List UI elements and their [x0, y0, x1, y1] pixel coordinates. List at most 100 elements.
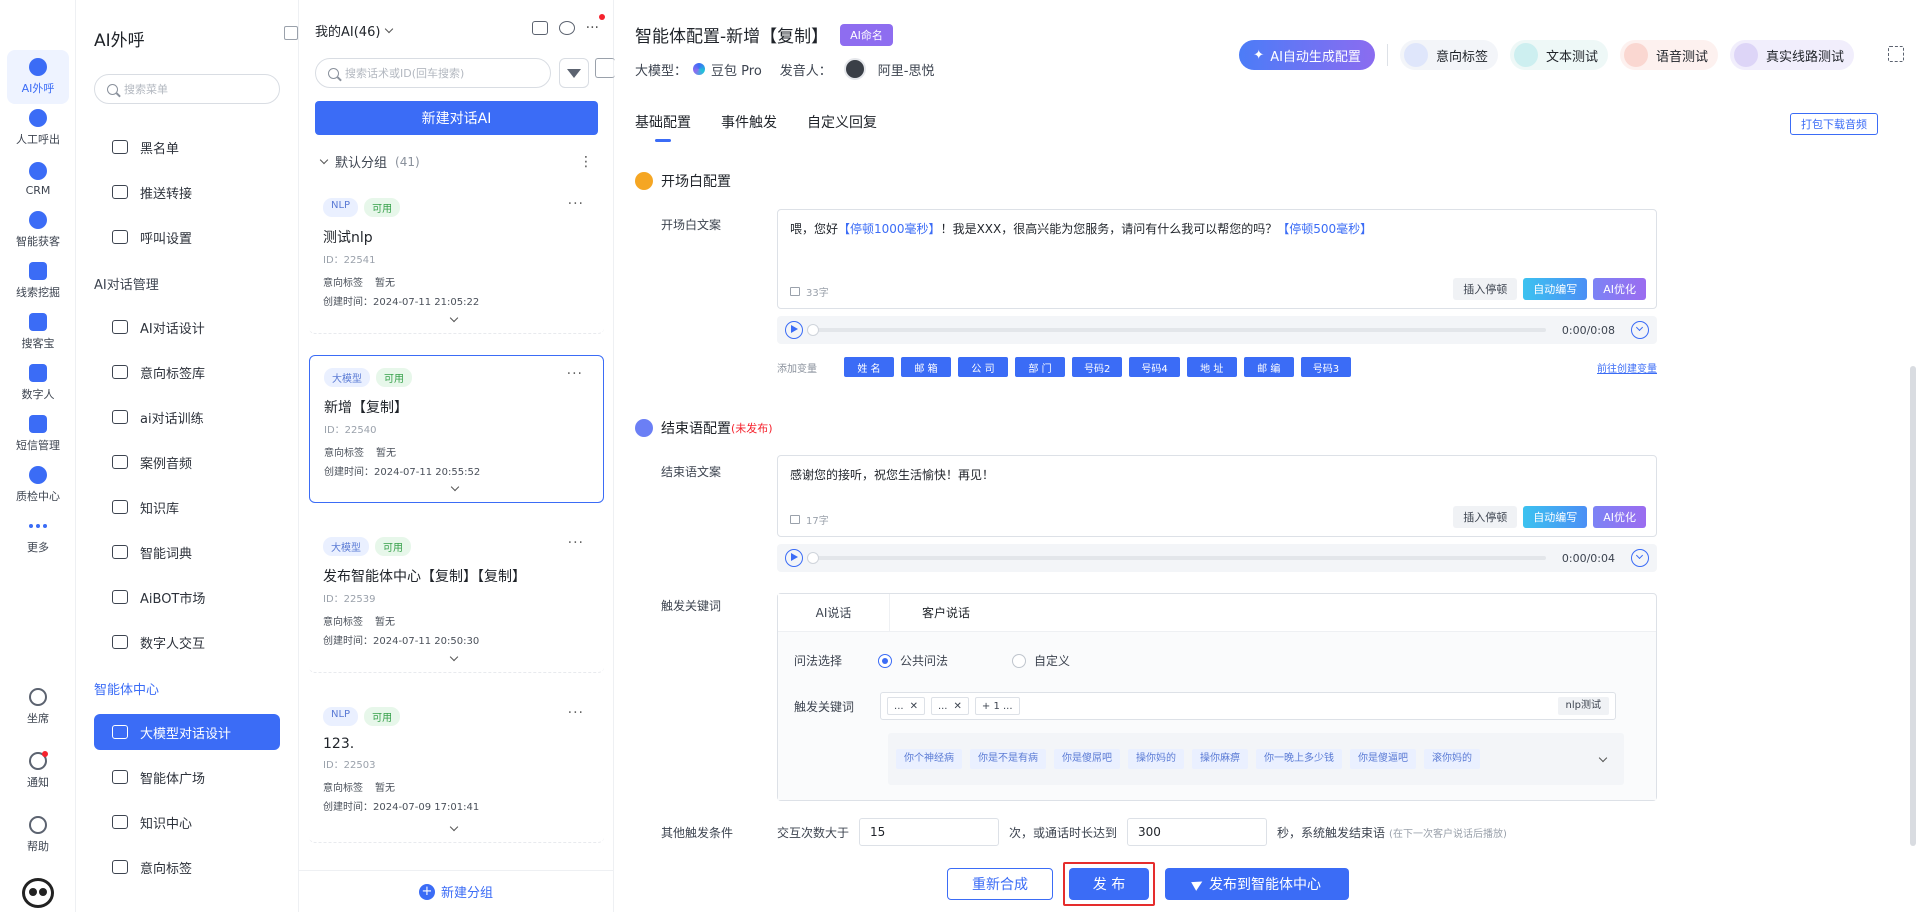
ai-auto-generate-button[interactable]: ✦ AI自动生成配置: [1239, 40, 1375, 70]
ai-card[interactable]: NLP 可用 ··· 123. ID：22503 意向标签 暂无 创建时间：202…: [309, 695, 604, 843]
auto-write-button[interactable]: 自动编写: [1523, 278, 1588, 300]
keyword-chip[interactable]: ... ✕: [887, 697, 925, 715]
rail-item-help[interactable]: 帮助: [7, 808, 69, 862]
auto-write-button[interactable]: 自动编写: [1523, 506, 1588, 528]
var-department-button[interactable]: 部 门: [1015, 357, 1065, 377]
progress-knob[interactable]: [807, 552, 819, 564]
group-header[interactable]: 默认分组 (41) ⋮: [319, 152, 593, 171]
rail-item-leads[interactable]: 线索挖掘: [7, 254, 69, 308]
tab-event-trigger[interactable]: 事件触发: [721, 112, 777, 142]
publish-to-center-button[interactable]: 发布到智能体中心: [1165, 868, 1349, 900]
menu-item-ai-dialog-design[interactable]: AI对话设计: [94, 309, 280, 345]
var-address-button[interactable]: 地 址: [1186, 357, 1237, 377]
play-icon[interactable]: [785, 549, 803, 567]
keyword-multiselect[interactable]: ... ✕ ... ✕ + 1 ... nlp测试: [880, 692, 1617, 720]
menu-item-smart-dictionary[interactable]: 智能词典: [94, 534, 280, 570]
expand-chevron-icon[interactable]: [449, 313, 459, 323]
var-number4-button[interactable]: 号码4: [1129, 357, 1180, 377]
intent-tag-button[interactable]: 意向标签: [1399, 40, 1498, 70]
rail-item-ai-outbound[interactable]: AI外呼: [7, 50, 69, 104]
rail-item-notify[interactable]: 通知: [7, 744, 69, 798]
panel-toggle-icon[interactable]: [595, 58, 615, 78]
main-scrollbar[interactable]: [1910, 366, 1916, 846]
resynthesize-button[interactable]: 重新合成: [947, 868, 1053, 900]
filter-button[interactable]: [559, 58, 589, 88]
menu-search-input[interactable]: [124, 82, 264, 96]
tab-ai-speaking[interactable]: AI说话: [778, 594, 890, 631]
ai-name-button[interactable]: AI命名: [840, 23, 893, 46]
rail-item-manual-call[interactable]: 人工呼出: [7, 101, 69, 155]
menu-item-case-audio[interactable]: 案例音频: [94, 444, 280, 480]
radio-public-label[interactable]: 公共问法: [900, 652, 948, 669]
play-icon[interactable]: [785, 321, 803, 339]
card-more-icon[interactable]: ···: [567, 366, 583, 382]
group-more-icon[interactable]: ⋮: [579, 154, 593, 170]
var-postcode-button[interactable]: 邮 编: [1243, 357, 1294, 377]
more-horizontal-icon[interactable]: ···: [586, 14, 605, 36]
var-number3-button[interactable]: 号码3: [1300, 357, 1352, 377]
ai-card-selected[interactable]: 大模型 可用 ··· 新增【复制】 ID：22540 意向标签 暂无 创建时间：2…: [309, 355, 604, 503]
radio-custom-label[interactable]: 自定义: [1034, 652, 1070, 669]
menu-item-intent-library[interactable]: 意向标签库: [94, 354, 280, 390]
sort-icon[interactable]: [531, 21, 548, 35]
download-audio-button[interactable]: 打包下载音频: [1790, 113, 1878, 135]
download-icon[interactable]: [1631, 321, 1649, 339]
expand-keywords-icon[interactable]: [1598, 753, 1608, 762]
menu-item-aibot-market[interactable]: AiBOT市场: [94, 579, 280, 615]
text-test-button[interactable]: 文本测试: [1509, 40, 1608, 70]
tab-customer-speaking[interactable]: 客户说话: [890, 594, 1002, 631]
rail-item-acquisition[interactable]: 智能获客: [7, 203, 69, 257]
user-avatar[interactable]: [22, 878, 54, 908]
var-number2-button[interactable]: 号码2: [1072, 357, 1123, 377]
var-name-button[interactable]: 姓 名: [844, 357, 894, 377]
create-variable-link[interactable]: 前往创建变量: [1597, 360, 1657, 375]
menu-item-agent-plaza[interactable]: 智能体广场: [94, 759, 280, 795]
rail-item-seat[interactable]: 坐席: [7, 680, 69, 734]
rail-item-digital-human[interactable]: 数字人: [7, 356, 69, 410]
rail-item-crm[interactable]: CRM: [7, 152, 69, 206]
my-ai-dropdown[interactable]: 我的AI(46): [315, 21, 394, 40]
expand-chevron-icon[interactable]: [449, 822, 459, 832]
more-chips[interactable]: + 1 ...: [974, 697, 1020, 715]
insert-pause-button[interactable]: 插入停顿: [1453, 506, 1518, 528]
card-more-icon[interactable]: ···: [568, 196, 584, 212]
closing-editor[interactable]: 感谢您的接听，祝您生活愉快！再见！ 17字 插入停顿 自动编写 AI优化: [777, 455, 1657, 537]
rail-item-sms[interactable]: 短信管理: [7, 407, 69, 461]
insert-pause-button[interactable]: 插入停顿: [1453, 278, 1518, 300]
new-group-button[interactable]: + 新建分组: [419, 882, 493, 901]
publish-button[interactable]: 发 布: [1069, 868, 1149, 900]
menu-item-digital-human-interact[interactable]: 数字人交互: [94, 624, 280, 660]
gear-icon[interactable]: [558, 21, 575, 35]
keyword-chip[interactable]: ... ✕: [930, 697, 969, 715]
ai-optimize-button[interactable]: AI优化: [1593, 506, 1646, 528]
radio-public[interactable]: [878, 653, 893, 668]
menu-item-knowledge-base[interactable]: 知识库: [94, 489, 280, 525]
menu-item-knowledge-center[interactable]: 知识中心: [94, 804, 280, 840]
radio-custom[interactable]: [1012, 653, 1027, 668]
ai-card[interactable]: NLP 可用 ··· 测试nlp ID：22541 意向标签 暂无 创建时间：20…: [309, 186, 604, 334]
ai-card[interactable]: 大模型 可用 ··· 发布智能体中心【复制】【复制】 ID：22539 意向标签…: [309, 525, 604, 673]
expand-chevron-icon[interactable]: [450, 482, 460, 492]
progress-knob[interactable]: [807, 324, 819, 336]
ai-search-input[interactable]: [345, 66, 535, 80]
nlp-test-chip[interactable]: nlp测试: [1557, 697, 1610, 715]
duration-seconds-input[interactable]: [1127, 818, 1268, 846]
fullscreen-icon[interactable]: [1888, 46, 1904, 62]
new-dialog-ai-button[interactable]: 新建对话AI: [315, 101, 598, 135]
card-more-icon[interactable]: ···: [568, 535, 584, 551]
voice-test-button[interactable]: 语音测试: [1619, 40, 1718, 70]
menu-item-intent-tags[interactable]: 意向标签: [94, 849, 280, 885]
tab-custom-reply[interactable]: 自定义回复: [807, 112, 877, 142]
rail-item-search-treasure[interactable]: 搜客宝: [7, 305, 69, 359]
audio-progress-track[interactable]: [807, 324, 1546, 336]
rail-item-quality[interactable]: 质检中心: [7, 458, 69, 512]
real-line-test-button[interactable]: 真实线路测试: [1729, 40, 1854, 70]
expand-chevron-icon[interactable]: [449, 652, 459, 662]
var-email-button[interactable]: 邮 箱: [901, 357, 951, 377]
download-icon[interactable]: [1631, 549, 1649, 567]
rail-item-more[interactable]: 更多: [7, 509, 69, 563]
opening-editor[interactable]: 喂，您好【停顿1000毫秒】！我是XXX，很高兴能为您服务，请问有什么我可以帮您…: [777, 209, 1657, 309]
collapse-menu-icon[interactable]: [284, 26, 298, 40]
menu-item-ai-training[interactable]: ai对话训练: [94, 399, 280, 435]
card-more-icon[interactable]: ···: [568, 705, 584, 721]
